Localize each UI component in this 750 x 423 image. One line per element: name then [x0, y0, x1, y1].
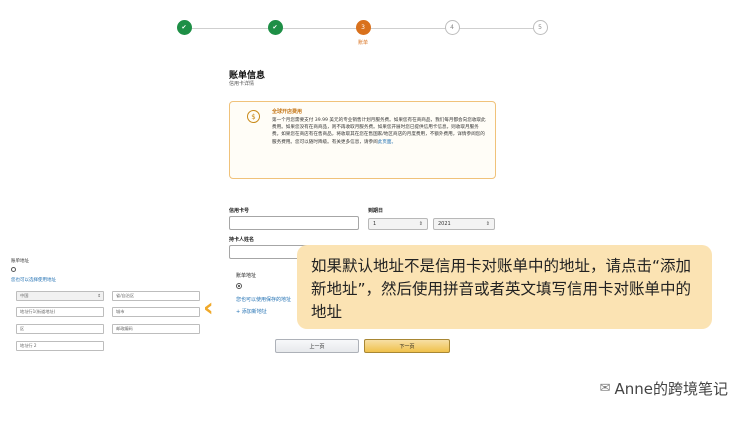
billing-address-label: 账单地址: [236, 273, 257, 279]
use-saved-address-link[interactable]: 您也可以使用保存的地址: [236, 296, 291, 303]
notice-body: 第一个月您需要支付 39.99 美元的专业销售计划月服务费。如果您有在商商品，我…: [272, 117, 487, 146]
fee-icon: $: [247, 110, 260, 123]
step-number: 5: [532, 20, 548, 35]
updown-icon: ⇕: [485, 221, 490, 227]
region-field[interactable]: 省/自治区: [112, 291, 200, 301]
expiry-month-value: 1: [373, 221, 377, 227]
step-1: ✔: [154, 20, 214, 39]
address-line2-field[interactable]: 地址行 2: [16, 341, 104, 351]
country-select[interactable]: 中国 ⇕: [16, 291, 104, 301]
notice-link[interactable]: 此页面。: [378, 140, 396, 145]
expiry-label: 到期日: [368, 208, 384, 214]
wechat-icon: ✉: [599, 381, 611, 396]
watermark-text: Anne的跨境笔记: [614, 380, 728, 398]
expiry-year-value: 2021: [438, 221, 451, 227]
new-address-form-preview: 账单地址 您也可以选择使用地址 中国 ⇕ 省/自治区 地址行1(街道地址) 城市…: [0, 256, 206, 364]
check-icon: ✔: [267, 20, 283, 35]
fee-notice: $ 全球开店费用 第一个月您需要支付 39.99 美元的专业销售计划月服务费。如…: [229, 101, 496, 179]
step-3: 3 账单: [333, 20, 393, 46]
page-subtitle: 信用卡详情: [229, 81, 255, 87]
watermark: ✉ Anne的跨境笔记: [600, 378, 728, 399]
postcode-field[interactable]: 邮政编码: [112, 324, 200, 334]
chevron-left-icon: ‹: [203, 293, 214, 323]
step-number: 3: [355, 20, 371, 35]
progress-stepper: ✔ ✔ 3 账单 4 5: [172, 20, 552, 50]
instruction-callout: 如果默认地址不是信用卡对账单中的地址，请点击“添加新地址”，然后使用拼音或者英文…: [297, 245, 712, 329]
step-4: 4: [422, 20, 482, 39]
cardholder-name-label: 持卡人姓名: [229, 237, 255, 243]
card-number-label: 信用卡号: [229, 208, 250, 214]
default-address-radio[interactable]: [236, 283, 242, 289]
step-5: 5: [510, 20, 570, 39]
step-2: ✔: [245, 20, 305, 39]
card-number-input[interactable]: [229, 216, 359, 230]
overlay-link[interactable]: 您也可以选择使用地址: [11, 277, 56, 283]
step-label: 账单: [357, 40, 368, 46]
previous-button[interactable]: 上一页: [275, 339, 359, 353]
updown-icon: ⇕: [418, 221, 423, 227]
seller-registration-page: ✔ ✔ 3 账单 4 5 账单信息 信用卡详情 $ 全球开店费用 第一个月您需要…: [0, 0, 750, 423]
check-icon: ✔: [176, 20, 192, 35]
add-new-address-link[interactable]: + 添加新地址: [236, 308, 267, 315]
notice-title: 全球开店费用: [272, 109, 303, 115]
expiry-month-select[interactable]: 1 ⇕: [368, 218, 428, 230]
district-field[interactable]: 区: [16, 324, 104, 334]
city-field[interactable]: 城市: [112, 307, 200, 317]
overlay-radio[interactable]: [11, 267, 16, 272]
updown-icon: ⇕: [97, 293, 101, 298]
country-value: 中国: [20, 293, 29, 298]
next-button[interactable]: 下一页: [364, 339, 450, 353]
overlay-label: 账单地址: [11, 259, 29, 264]
address-line1-field[interactable]: 地址行1(街道地址): [16, 307, 104, 317]
step-number: 4: [444, 20, 460, 35]
expiry-year-select[interactable]: 2021 ⇕: [433, 218, 495, 230]
